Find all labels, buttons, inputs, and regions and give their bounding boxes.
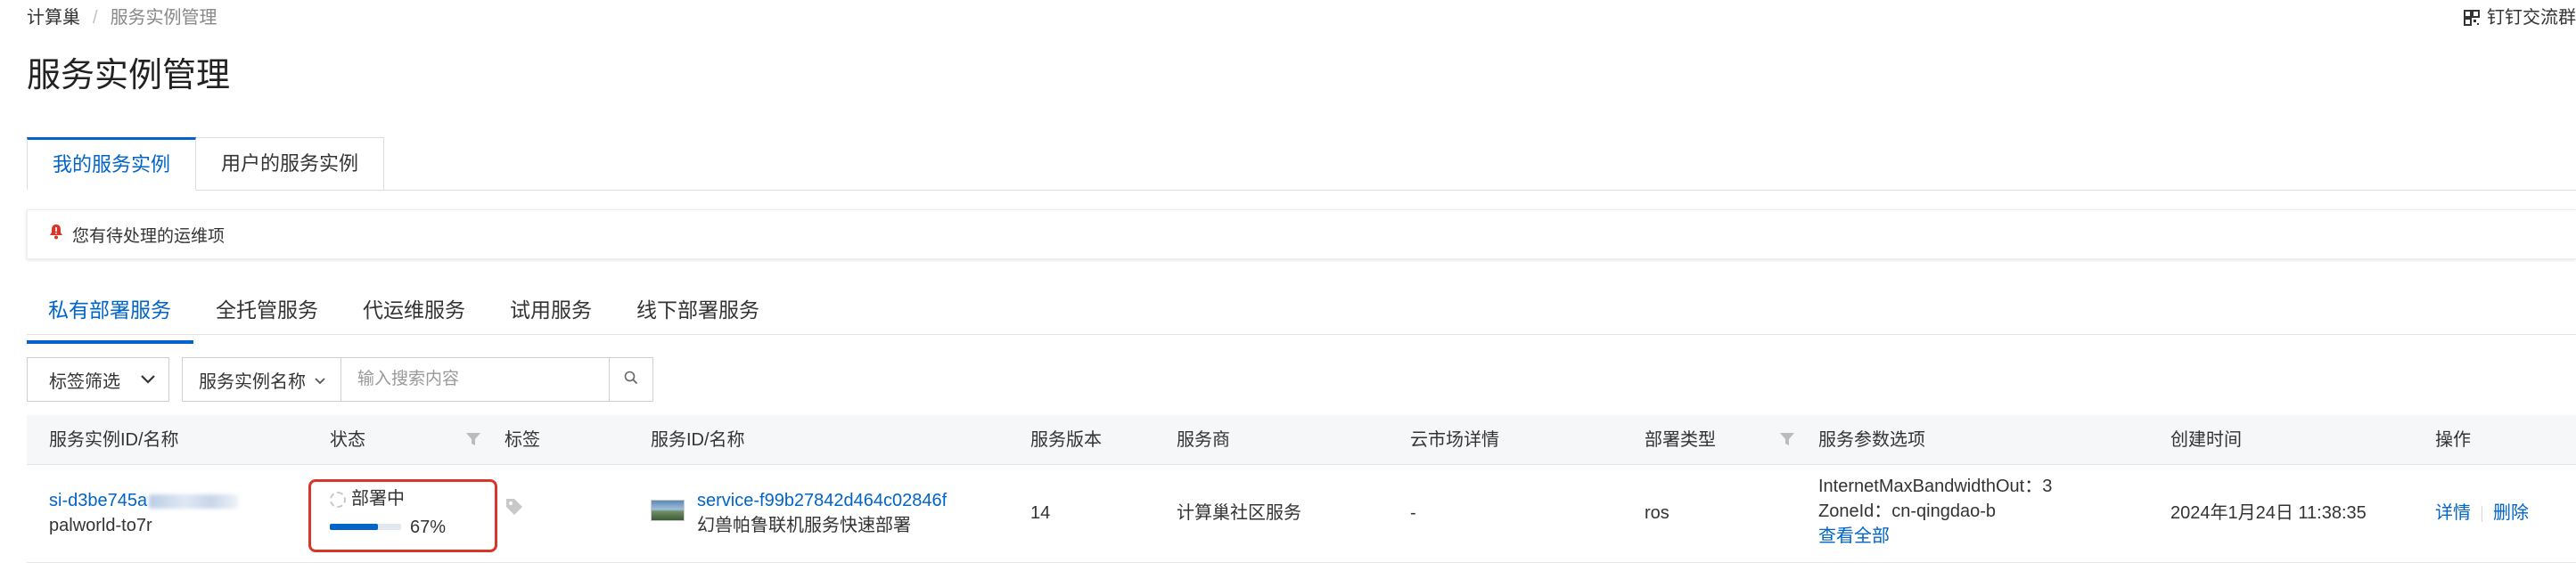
breadcrumb: 计算巢 / 服务实例管理 bbox=[27, 5, 217, 30]
status-text: 部署中 bbox=[351, 489, 405, 509]
market-detail: - bbox=[1410, 503, 1416, 523]
col-deploy-type: 部署类型 bbox=[1645, 430, 1716, 450]
instance-id-link[interactable]: si-d3be745a bbox=[49, 488, 239, 513]
tab-trial[interactable]: 试用服务 bbox=[488, 292, 614, 337]
alert-text: 您有待处理的运维项 bbox=[72, 226, 226, 246]
tag-filter-label: 标签筛选 bbox=[49, 371, 120, 392]
caret-down-icon bbox=[315, 370, 325, 390]
service-thumbnail bbox=[651, 497, 685, 522]
qrcode-icon bbox=[2464, 10, 2480, 26]
breadcrumb-separator: / bbox=[93, 8, 98, 28]
search-icon bbox=[624, 371, 638, 389]
status-filter-icon[interactable] bbox=[465, 431, 481, 452]
col-version: 服务版本 bbox=[1030, 430, 1102, 450]
tag-icon[interactable] bbox=[505, 497, 524, 524]
col-status: 状态 bbox=[330, 430, 365, 450]
service-name: 幻兽帕鲁联机服务快速部署 bbox=[697, 516, 911, 535]
bell-alert-icon bbox=[49, 224, 63, 245]
row-actions: 详情 删除 bbox=[2435, 501, 2529, 526]
breadcrumb-current: 服务实例管理 bbox=[110, 8, 217, 28]
param-bandwidth: InternetMaxBandwidthOut：3 bbox=[1818, 477, 2053, 496]
status-label-wrap: 部署中 bbox=[330, 486, 405, 511]
instance-name: palworld-to7r bbox=[49, 516, 152, 535]
col-market: 云市场详情 bbox=[1410, 430, 1499, 450]
created-time: 2024年1月24日 11:38:35 bbox=[2170, 503, 2367, 523]
page-title: 服务实例管理 bbox=[27, 57, 231, 94]
pending-ops-alert[interactable]: 您有待处理的运维项 bbox=[27, 209, 2576, 259]
table-row: si-d3be745a palworld-to7r 部署中 67% servic… bbox=[27, 465, 2576, 563]
dingtalk-group-link[interactable]: 钉钉交流群 bbox=[2464, 5, 2576, 30]
deploy-type-filter-icon[interactable] bbox=[1779, 431, 1795, 452]
secondary-tabs: 私有部署服务 全托管服务 代运维服务 试用服务 线下部署服务 bbox=[27, 292, 782, 344]
col-instance: 服务实例ID/名称 bbox=[49, 430, 179, 450]
chevron-down-icon bbox=[140, 370, 156, 390]
deploy-type: ros bbox=[1645, 503, 1669, 523]
col-provider: 服务商 bbox=[1177, 430, 1230, 450]
view-all-params-link[interactable]: 查看全部 bbox=[1818, 524, 1890, 549]
col-params: 服务参数选项 bbox=[1818, 430, 1925, 450]
service-id-link[interactable]: service-f99b27842d464c02846f bbox=[697, 488, 947, 513]
param-zone: ZoneId：cn-qingdao-b bbox=[1818, 502, 1997, 521]
deploy-progress-fill bbox=[330, 524, 378, 530]
search-field-label: 服务实例名称 bbox=[199, 371, 306, 392]
col-service: 服务ID/名称 bbox=[651, 430, 745, 450]
tab-offline-deploy[interactable]: 线下部署服务 bbox=[614, 292, 782, 337]
col-actions: 操作 bbox=[2435, 430, 2471, 450]
service-provider: 计算巢社区服务 bbox=[1177, 503, 1301, 523]
search-field-select[interactable]: 服务实例名称 bbox=[183, 358, 341, 401]
search-input[interactable] bbox=[341, 358, 609, 401]
breadcrumb-root[interactable]: 计算巢 bbox=[27, 8, 80, 28]
dingtalk-label: 钉钉交流群 bbox=[2487, 8, 2576, 28]
progress-label: 67% bbox=[410, 518, 447, 537]
service-version: 14 bbox=[1030, 503, 1051, 523]
search-group: 服务实例名称 bbox=[182, 357, 653, 402]
primary-tabs: 我的服务实例 用户的服务实例 bbox=[27, 137, 385, 191]
tabs-divider bbox=[27, 190, 2576, 191]
loading-spinner-icon bbox=[330, 491, 346, 508]
col-tags: 标签 bbox=[505, 430, 540, 450]
table-header: 服务实例ID/名称 状态 标签 服务ID/名称 服务版本 服务商 云市场详情 部… bbox=[27, 415, 2576, 465]
deploy-progress-bar bbox=[330, 524, 401, 530]
col-created: 创建时间 bbox=[2170, 430, 2242, 450]
tab-private-deploy[interactable]: 私有部署服务 bbox=[27, 292, 193, 344]
service-logo-image bbox=[651, 499, 685, 521]
search-button[interactable] bbox=[609, 358, 652, 401]
tab-fully-managed[interactable]: 全托管服务 bbox=[193, 292, 340, 337]
tag-filter-dropdown[interactable]: 标签筛选 bbox=[27, 357, 169, 402]
detail-link[interactable]: 详情 bbox=[2435, 503, 2471, 523]
delete-link[interactable]: 删除 bbox=[2493, 503, 2529, 523]
tab-my-instances[interactable]: 我的服务实例 bbox=[27, 137, 197, 191]
redacted-text bbox=[149, 493, 239, 509]
tab-managed-ops[interactable]: 代运维服务 bbox=[340, 292, 488, 337]
tab-user-instances[interactable]: 用户的服务实例 bbox=[196, 137, 385, 191]
instance-id: si-d3be745a bbox=[49, 491, 148, 510]
